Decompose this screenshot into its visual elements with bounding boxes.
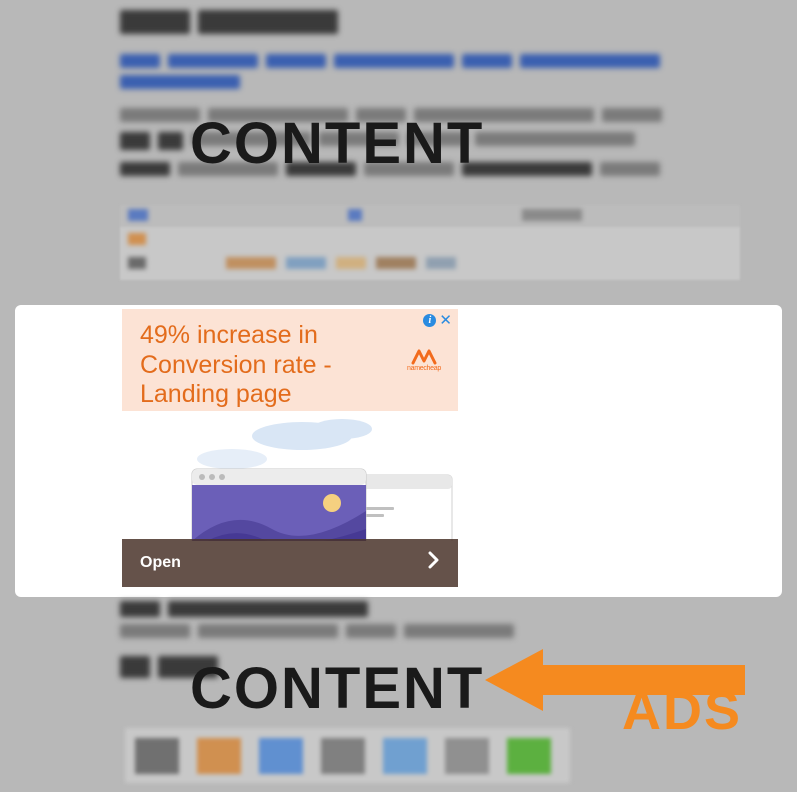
close-ad-icon[interactable]: ✕ xyxy=(439,313,452,328)
bottom-thumbnails xyxy=(125,728,570,783)
ad-header: 49% increase in Conversion rate - Landin… xyxy=(122,309,458,411)
ad-panel: 49% increase in Conversion rate - Landin… xyxy=(15,305,782,597)
adchoices-icon[interactable]: i xyxy=(423,314,436,327)
ad-illustration xyxy=(122,411,458,541)
content-label-top: CONTENT xyxy=(190,110,484,177)
ad-open-button[interactable]: Open xyxy=(122,539,458,587)
ad-brand-name: namecheap xyxy=(407,365,441,372)
ad-open-label: Open xyxy=(140,554,181,572)
chevron-right-icon xyxy=(428,551,440,575)
ad-headline: 49% increase in Conversion rate - Landin… xyxy=(140,321,360,410)
ad-unit[interactable]: 49% increase in Conversion rate - Landin… xyxy=(122,309,458,587)
ad-brand-logo: namecheap xyxy=(402,349,446,379)
content-label-bottom: CONTENT xyxy=(190,655,484,722)
ad-info-controls: i ✕ xyxy=(423,313,452,328)
mock-table xyxy=(120,205,740,280)
